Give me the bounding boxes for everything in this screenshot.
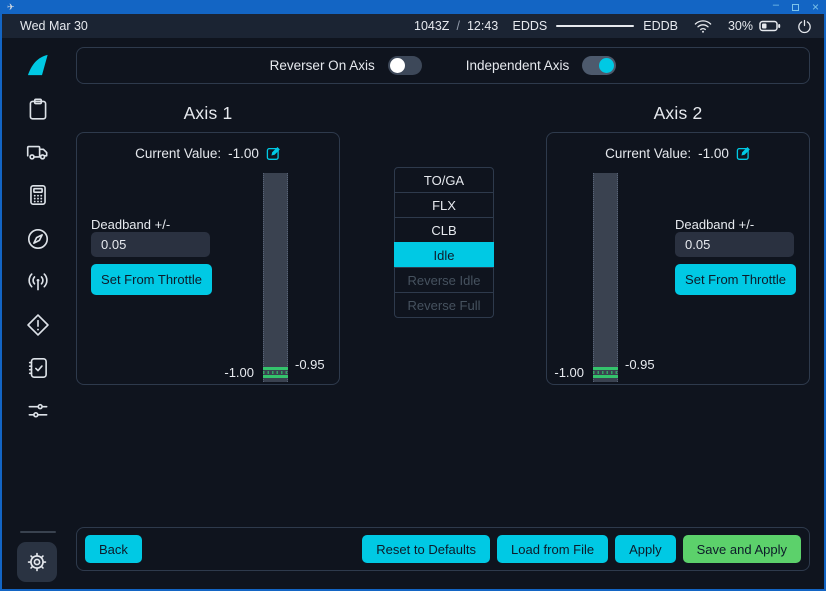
- independent-axis-label: Independent Axis: [466, 58, 570, 73]
- reverser-on-axis-label: Reverser On Axis: [270, 58, 375, 73]
- axis1-deadband-label: Deadband +/-: [91, 217, 170, 232]
- toggle-knob: [390, 58, 405, 73]
- axis1-card: Current Value: -1.00 -1.00 -0.95 Deadban…: [76, 132, 340, 385]
- sidebar-item-atc[interactable]: [24, 268, 51, 295]
- detent-toga[interactable]: TO/GA: [394, 167, 494, 193]
- axis2-set-from-throttle-button[interactable]: Set From Throttle: [675, 264, 796, 295]
- axis2-current-value: -1.00: [698, 146, 729, 161]
- maximize-button[interactable]: [792, 4, 799, 11]
- gear-icon: [24, 549, 50, 575]
- axis1-position-bar: [263, 173, 288, 382]
- calculator-icon: [25, 182, 51, 208]
- sidebar-item-performance[interactable]: [24, 181, 51, 208]
- axis1-set-from-throttle-button[interactable]: Set From Throttle: [91, 264, 212, 295]
- axis2-deadband-marker: [593, 367, 618, 378]
- warning-diamond-icon: [25, 312, 51, 338]
- flypad-logo: [24, 52, 51, 79]
- utc-time: 1043Z: [414, 19, 449, 33]
- sidebar-item-dashboard[interactable]: [24, 95, 51, 122]
- detent-idle[interactable]: Idle: [394, 242, 494, 268]
- checklist-icon: [25, 355, 51, 381]
- axis1-title: Axis 1: [76, 103, 340, 124]
- broadcast-icon: [25, 269, 51, 295]
- minimize-button[interactable]: –: [773, 0, 779, 11]
- compass-icon: [25, 226, 51, 252]
- detent-reverse-idle[interactable]: Reverse Idle: [394, 267, 494, 293]
- detent-list: TO/GA FLX CLB Idle Reverse Idle Reverse …: [394, 167, 494, 318]
- axis2-current-value-label: Current Value:: [605, 146, 691, 161]
- axis1-bar-low-label: -1.00: [224, 365, 254, 380]
- wifi-icon: [693, 18, 713, 34]
- origin-label: EDDS: [513, 19, 548, 33]
- close-button[interactable]: ×: [812, 1, 819, 13]
- truck-icon: [25, 139, 51, 165]
- footer-bar: Back Reset to Defaults Load from File Ap…: [76, 527, 810, 571]
- reverser-on-axis-toggle[interactable]: [388, 56, 422, 75]
- edit-icon[interactable]: [266, 146, 281, 161]
- sidebar-item-presets[interactable]: [24, 397, 51, 424]
- axis1-deadband-marker: [263, 367, 288, 378]
- edit-icon[interactable]: [736, 146, 751, 161]
- axis1-current-value-label: Current Value:: [135, 146, 221, 161]
- sliders-icon: [25, 398, 51, 424]
- efb-window: ✈ – × Wed Mar 30 1043Z / 12:43 EDDS EDDB: [0, 0, 826, 591]
- clipboard-icon: [25, 96, 51, 122]
- load-file-button[interactable]: Load from File: [497, 535, 608, 563]
- titlebar: ✈ – ×: [0, 0, 826, 14]
- flight-progress-line: [556, 25, 634, 27]
- toggle-knob: [599, 58, 614, 73]
- axis2-bar-low-label: -1.00: [554, 365, 584, 380]
- axis2-bar-high-label: -0.95: [625, 357, 655, 372]
- power-icon[interactable]: [796, 18, 813, 35]
- axis1-current-value: -1.00: [228, 146, 259, 161]
- axis1-deadband-input[interactable]: [91, 232, 210, 257]
- sidebar-item-failures[interactable]: [24, 311, 51, 338]
- axis2-card: Current Value: -1.00 -1.00 -0.95 Deadban…: [546, 132, 810, 385]
- axis2-deadband-input[interactable]: [675, 232, 794, 257]
- detent-clb[interactable]: CLB: [394, 217, 494, 243]
- axis2-deadband-label: Deadband +/-: [675, 217, 754, 232]
- apply-button[interactable]: Apply: [615, 535, 676, 563]
- axis1-bar-high-label: -0.95: [295, 357, 325, 372]
- destination-label: EDDB: [643, 19, 678, 33]
- battery-percent: 30%: [728, 19, 753, 33]
- sidebar-item-checklists[interactable]: [24, 354, 51, 381]
- battery-icon: [759, 20, 781, 32]
- independent-axis-toggle[interactable]: [582, 56, 616, 75]
- local-time: 12:43: [467, 19, 498, 33]
- axis2-title: Axis 2: [546, 103, 810, 124]
- app-icon: ✈: [7, 3, 15, 12]
- save-apply-button[interactable]: Save and Apply: [683, 535, 801, 563]
- flight-progress: EDDS EDDB: [513, 19, 678, 33]
- statusbar: Wed Mar 30 1043Z / 12:43 EDDS EDDB 30%: [0, 14, 826, 38]
- axis2-position-bar: [593, 173, 618, 382]
- time-separator: /: [456, 19, 459, 33]
- detent-reverse-full[interactable]: Reverse Full: [394, 292, 494, 318]
- reset-defaults-button[interactable]: Reset to Defaults: [362, 535, 490, 563]
- clock: 1043Z / 12:43: [414, 14, 498, 38]
- detent-flx[interactable]: FLX: [394, 192, 494, 218]
- sidebar-item-settings[interactable]: [17, 542, 57, 582]
- sidebar-item-ground[interactable]: [24, 138, 51, 165]
- back-button[interactable]: Back: [85, 535, 142, 563]
- sidebar-divider: [20, 531, 56, 533]
- axis-options-bar: Reverser On Axis Independent Axis: [76, 47, 810, 84]
- sidebar-item-navigation[interactable]: [24, 225, 51, 252]
- date-label: Wed Mar 30: [20, 14, 88, 38]
